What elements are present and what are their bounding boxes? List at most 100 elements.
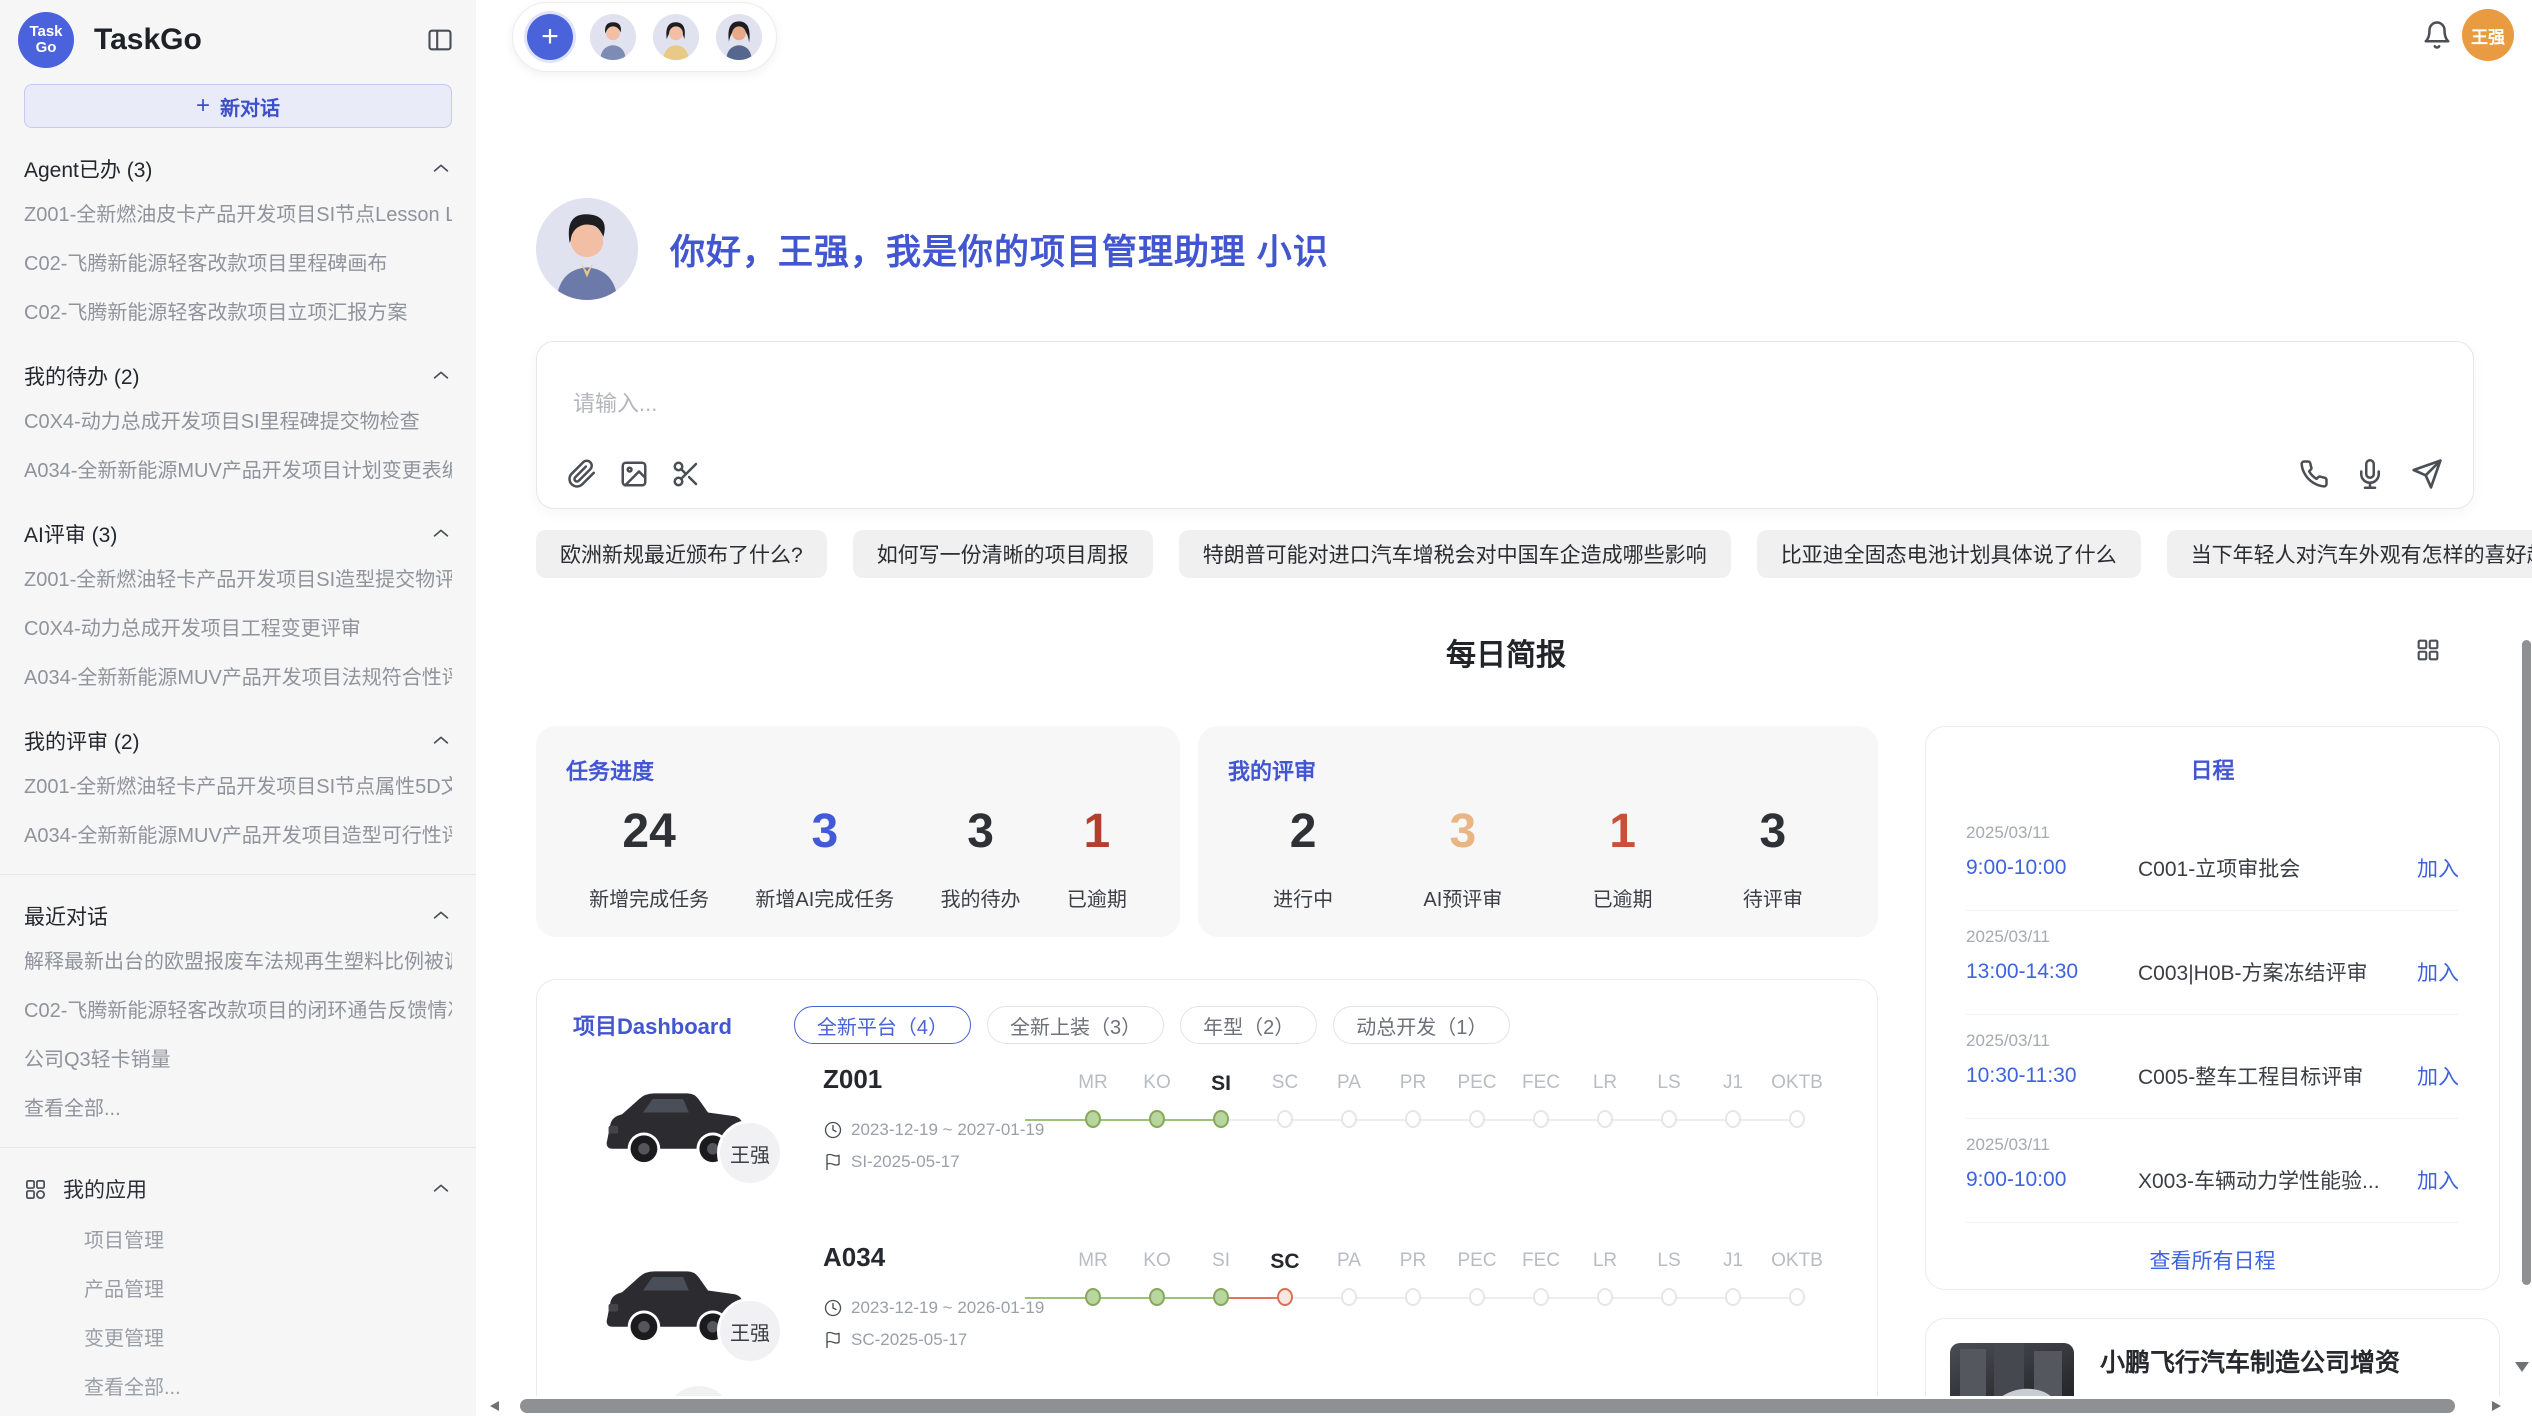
app-link-product-mgmt[interactable]: 产品管理 — [84, 1263, 476, 1312]
suggestion-chip[interactable]: 如何写一份清晰的项目周报 — [853, 530, 1153, 578]
sidebar-item[interactable]: Z001-全新燃油皮卡产品开发项目SI节点Lesson Learn报告 — [24, 188, 452, 237]
section-my-review[interactable]: 我的评审 (2) — [24, 726, 452, 756]
sidebar-item[interactable]: C0X4-动力总成开发项目工程变更评审 — [24, 602, 452, 651]
new-chat-button[interactable]: + 新对话 — [24, 84, 452, 128]
chevron-up-icon[interactable] — [430, 730, 452, 752]
milestone-dot — [1597, 1288, 1613, 1306]
recent-chat-item[interactable]: 解释最新出台的欧盟报废车法规再生塑料比例被调至15%... — [24, 935, 452, 984]
new-chat-label: 新对话 — [220, 92, 280, 121]
agent-avatar-2[interactable] — [653, 14, 699, 60]
project-name: A034 — [823, 1242, 885, 1273]
milestone-label: LR — [1573, 1250, 1637, 1274]
chevron-up-icon[interactable] — [430, 523, 452, 545]
chevron-up-icon[interactable] — [430, 365, 452, 387]
suggestion-chips: 欧洲新规最近颁布了什么? 如何写一份清晰的项目周报 特朗普可能对进口汽车增税会对… — [536, 530, 2480, 578]
stat: 3我的待办 — [941, 804, 1021, 912]
app-link-project-mgmt[interactable]: 项目管理 — [84, 1214, 476, 1263]
sidebar-header: Task Go TaskGo — [0, 0, 476, 76]
add-agent-button[interactable]: + — [527, 14, 573, 60]
tab-all-new-platform[interactable]: 全新平台（4） — [794, 1006, 971, 1044]
sidebar-item[interactable]: A034-全新新能源MUV产品开发项目造型可行性评审 — [24, 809, 452, 858]
join-link[interactable]: 加入 — [2417, 853, 2459, 883]
milestone-dots — [1061, 1288, 1829, 1308]
milestone-dot — [1277, 1110, 1293, 1128]
sidebar-item[interactable]: C02-飞腾新能源轻客改款项目立项汇报方案 — [24, 286, 452, 335]
suggestion-chip[interactable]: 特朗普可能对进口汽车增税会对中国车企造成哪些影响 — [1179, 530, 1731, 578]
chevron-up-icon[interactable] — [430, 1178, 452, 1200]
view-all-schedule-link[interactable]: 查看所有日程 — [1926, 1223, 2499, 1275]
scroll-left-arrow-icon[interactable] — [490, 1401, 499, 1411]
user-avatar[interactable]: 王强 — [2462, 9, 2514, 61]
sidebar-item-cloud-space[interactable]: 我的云空间 — [24, 1410, 452, 1416]
mic-icon[interactable] — [2355, 459, 2385, 489]
paperclip-icon[interactable] — [567, 459, 597, 489]
view-all-apps-link[interactable]: 查看全部... — [84, 1361, 476, 1410]
composer-actions — [2299, 458, 2443, 490]
tab-powertrain[interactable]: 动总开发（1） — [1333, 1006, 1510, 1044]
section-title: AI评审 (3) — [24, 519, 117, 549]
stat-label: 新增AI完成任务 — [755, 883, 894, 912]
recent-chat-item[interactable]: C02-飞腾新能源轻客改款项目的闭环通告反馈情况 — [24, 984, 452, 1033]
layout-grid-icon[interactable] — [2414, 636, 2442, 669]
milestone-label: KO — [1125, 1250, 1189, 1274]
suggestion-chip[interactable]: 比亚迪全固态电池计划具体说了什么 — [1757, 530, 2141, 578]
project-row[interactable]: 王强 A034 2023-12-19 ~ 2026-01-19 SC-2025-… — [537, 1218, 1877, 1396]
agent-avatar-1[interactable] — [590, 14, 636, 60]
milestone-dot — [1789, 1110, 1805, 1128]
section-ai-review[interactable]: AI评审 (3) — [24, 519, 452, 549]
stat: 1已逾期 — [1593, 804, 1653, 912]
view-all-chats-link[interactable]: 查看全部... — [24, 1082, 452, 1131]
agent-avatar-3[interactable] — [716, 14, 762, 60]
stat-label: 已逾期 — [1067, 883, 1127, 912]
chevron-up-icon[interactable] — [430, 905, 452, 927]
stat-value: 3 — [941, 804, 1021, 859]
send-icon[interactable] — [2411, 458, 2443, 490]
tab-model-year[interactable]: 年型（2） — [1180, 1006, 1317, 1044]
schedule-item: 2025/03/11 10:30-11:30 C005-整车工程目标评审 加入 — [1966, 1015, 2459, 1119]
scroll-down-arrow-icon[interactable] — [2515, 1362, 2529, 1372]
join-link[interactable]: 加入 — [2417, 1061, 2459, 1091]
sidebar-item[interactable]: A034-全新新能源MUV产品开发项目法规符合性评审 — [24, 651, 452, 700]
message-composer[interactable]: 请输入... — [536, 341, 2474, 509]
milestone-dot — [1341, 1288, 1357, 1306]
sidebar-item[interactable]: Z001-全新燃油轻卡产品开发项目SI造型提交物评审 — [24, 553, 452, 602]
milestone-label: MR — [1061, 1072, 1125, 1096]
section-my-todo[interactable]: 我的待办 (2) — [24, 361, 452, 391]
vertical-scrollbar-thumb[interactable] — [2522, 640, 2531, 1285]
sidebar-item[interactable]: C02-飞腾新能源轻客改款项目里程碑画布 — [24, 237, 452, 286]
milestone-label: PA — [1317, 1072, 1381, 1096]
section-agent-done[interactable]: Agent已办 (3) — [24, 154, 452, 184]
recent-chat-item[interactable]: 公司Q3轻卡销量 — [24, 1033, 452, 1082]
daily-brief-title: 每日简报 — [536, 630, 2476, 674]
join-link[interactable]: 加入 — [2417, 957, 2459, 987]
image-icon[interactable] — [619, 459, 649, 489]
project-row[interactable]: 王强 Z001 2023-12-19 ~ 2027-01-19 SI-2025-… — [537, 1040, 1877, 1218]
join-link[interactable]: 加入 — [2417, 1165, 2459, 1195]
collapse-sidebar-icon[interactable] — [426, 26, 454, 54]
suggestion-chip[interactable]: 欧洲新规最近颁布了什么? — [536, 530, 827, 578]
milestone-label: J1 — [1701, 1250, 1765, 1274]
chevron-up-icon[interactable] — [430, 158, 452, 180]
app-window: Task Go TaskGo + 新对话 Agent已办 (3) Z001-全新… — [0, 0, 2532, 1416]
project-dashboard-card: 项目Dashboard 全新平台（4） 全新上装（3） 年型（2） 动总开发（1… — [536, 979, 1878, 1416]
app-link-change-mgmt[interactable]: 变更管理 — [84, 1312, 476, 1361]
milestone-label-current: SC — [1253, 1250, 1317, 1274]
sidebar-item-my-apps[interactable]: 我的应用 — [24, 1164, 452, 1214]
milestone-label: PEC — [1445, 1072, 1509, 1096]
horizontal-scrollbar-thumb[interactable] — [520, 1399, 2455, 1413]
scissors-icon[interactable] — [671, 459, 701, 489]
milestone-label: LS — [1637, 1250, 1701, 1274]
schedule-name: C005-整车工程目标评审 — [2138, 1061, 2417, 1091]
message-input[interactable]: 请输入... — [573, 386, 2437, 418]
section-recent-chats[interactable]: 最近对话 — [24, 901, 452, 931]
my-review-card: 我的评审 2进行中 3AI预评审 1已逾期 3待评审 — [1198, 726, 1878, 937]
sidebar-item[interactable]: C0X4-动力总成开发项目SI里程碑提交物检查 — [24, 395, 452, 444]
sidebar-item[interactable]: Z001-全新燃油轻卡产品开发项目SI节点属性5D文件评审 — [24, 760, 452, 809]
suggestion-chip[interactable]: 当下年轻人对汽车外观有怎样的喜好趋势 — [2167, 530, 2532, 578]
notifications-bell-icon[interactable] — [2422, 20, 2452, 55]
sidebar-item[interactable]: A034-全新新能源MUV产品开发项目计划变更表编写 — [24, 444, 452, 493]
phone-icon[interactable] — [2299, 459, 2329, 489]
section-title: 最近对话 — [24, 901, 108, 931]
tab-new-body[interactable]: 全新上装（3） — [987, 1006, 1164, 1044]
scroll-right-arrow-icon[interactable] — [2492, 1401, 2501, 1411]
